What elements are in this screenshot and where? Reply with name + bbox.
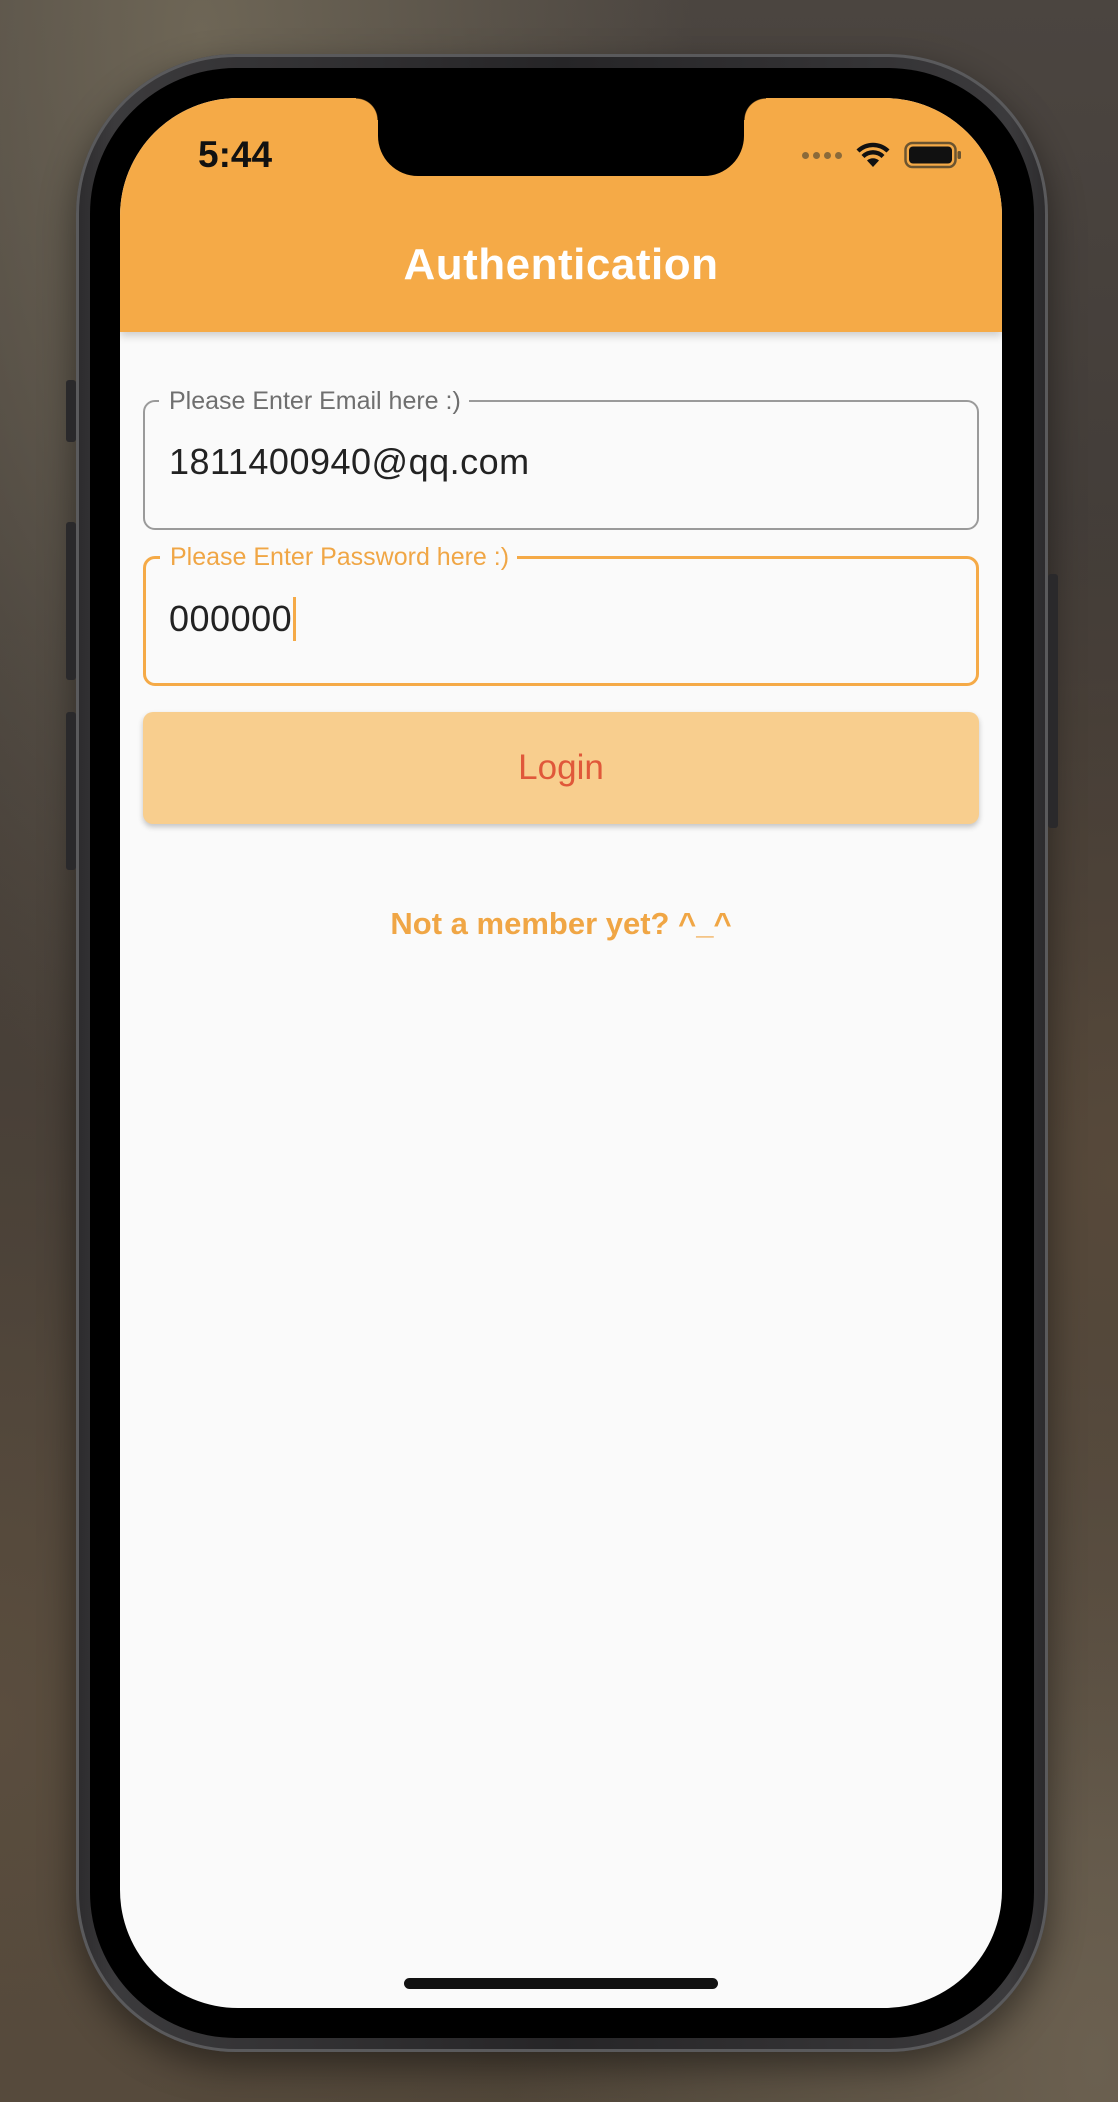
password-field-value[interactable]: 000000 [169,598,292,640]
text-cursor [293,597,297,641]
power-button [1048,574,1058,828]
volume-up-button [66,522,76,680]
battery-icon [904,141,961,169]
register-link[interactable]: Not a member yet? ^_^ [120,906,1002,942]
cellular-signal-icon [802,151,842,159]
home-indicator[interactable] [404,1978,718,1989]
status-time: 5:44 [198,134,273,175]
status-icons [802,140,962,170]
phone-screen: 5:44 Authentication Please Enter Email h… [120,98,1002,2008]
password-field-wrapper[interactable]: 000000 [169,597,297,641]
camera-notch [356,98,766,176]
volume-down-button [66,712,76,870]
email-field-label: Please Enter Email here :) [159,386,469,416]
email-field-value[interactable]: 1811400940@qq.com [169,441,530,483]
email-field[interactable]: Please Enter Email here :) 1811400940@qq… [143,386,979,530]
wifi-icon [856,142,890,167]
page-title: Authentication [403,240,719,289]
password-field[interactable]: Please Enter Password here :) 000000 [143,542,979,686]
password-field-label: Please Enter Password here :) [160,542,518,572]
mute-switch [66,380,76,442]
login-button[interactable]: Login [143,712,979,824]
